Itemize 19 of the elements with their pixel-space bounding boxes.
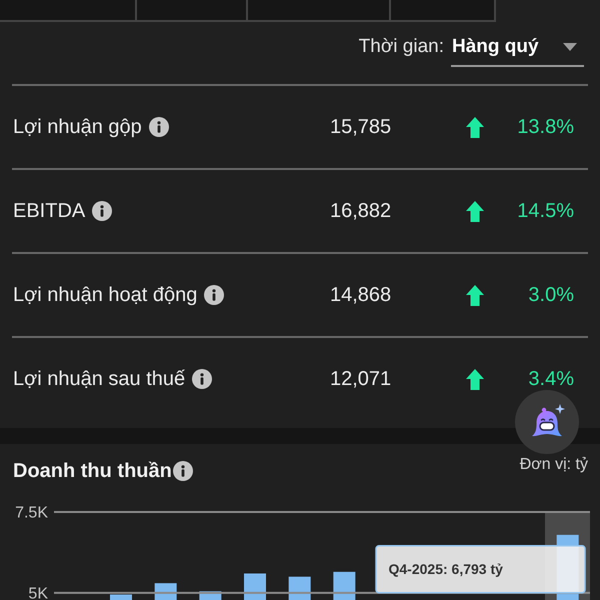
- unit-label: Đơn vị: tỷ: [520, 455, 588, 475]
- metric-change: 14.5%: [517, 201, 574, 221]
- metric-change: 3.4%: [528, 369, 574, 389]
- metric-change: 3.0%: [528, 285, 574, 305]
- metric-value: 14,868: [330, 283, 392, 307]
- chart-tooltip: Q4-2025: 6,793 tỷ: [375, 545, 586, 594]
- annotation: Q4-2025: 6,793 tỷ: [388, 561, 504, 577]
- metric-value: 16,882: [330, 199, 392, 223]
- axis-label: 7.5K: [15, 504, 48, 522]
- metric-label: Lợi nhuận sau thuế: [13, 367, 186, 391]
- metric-label: Lợi nhuận hoạt động: [13, 283, 198, 307]
- metric-label: Lợi nhuận gộp: [13, 115, 142, 139]
- metric-value: 12,071: [330, 367, 392, 391]
- axis-label: 5K: [28, 585, 48, 600]
- metric-value: 15,785: [330, 115, 392, 139]
- section-title: Doanh thu thuần: [13, 460, 172, 482]
- period-label: Thời gian:: [358, 35, 444, 59]
- metric-label: EBITDA: [13, 199, 86, 223]
- metric-change: 13.8%: [517, 117, 574, 137]
